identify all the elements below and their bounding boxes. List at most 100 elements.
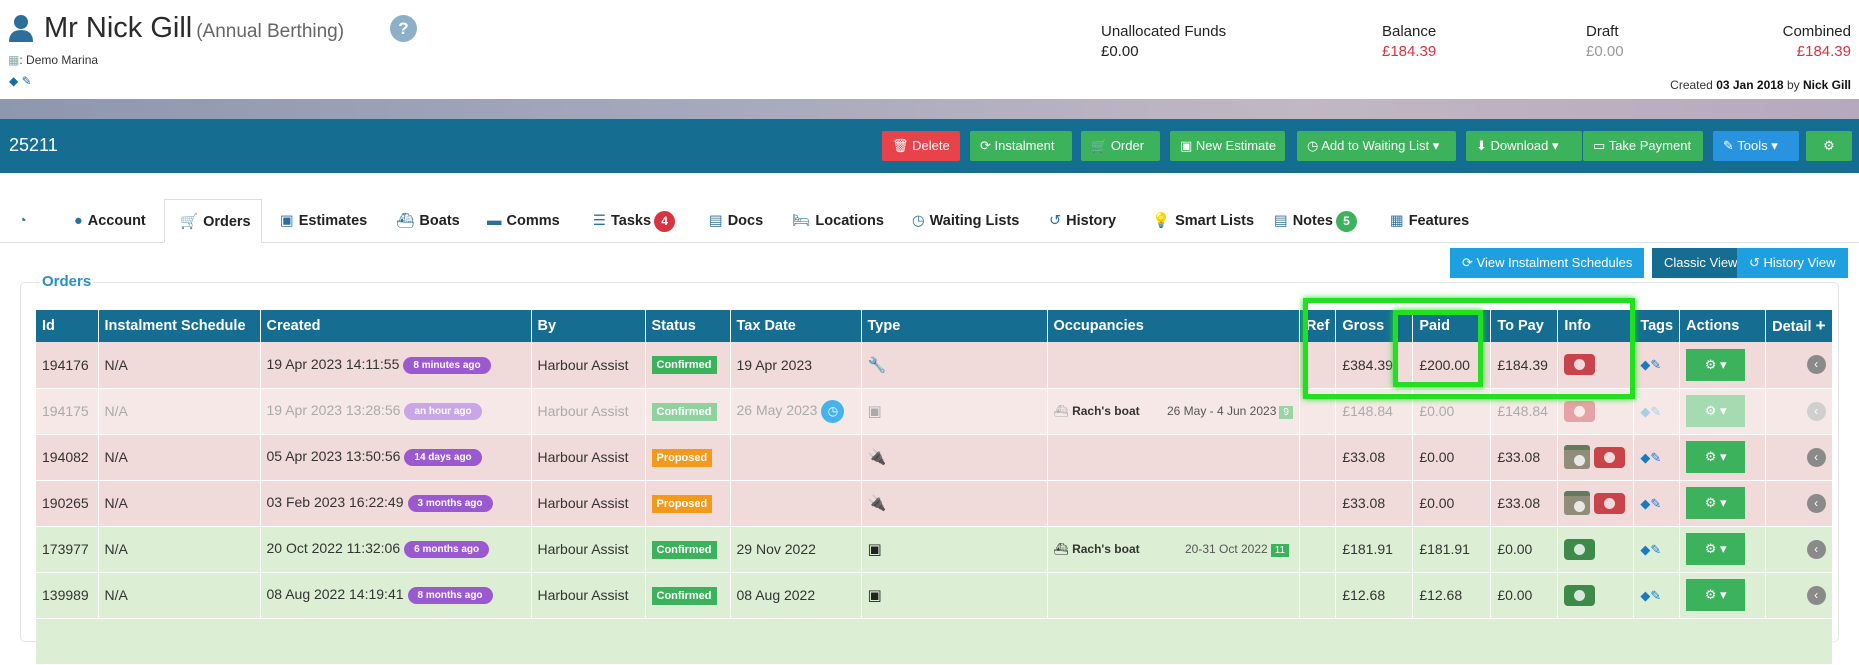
table-row[interactable]: 194082 N/A 05 Apr 2023 13:50:56 14 days a…: [36, 434, 1833, 481]
delete-button[interactable]: 🗑 Delete: [882, 131, 960, 161]
order-id[interactable]: 173977: [36, 526, 99, 573]
col-instalment[interactable]: Instalment Schedule: [98, 310, 261, 342]
edit-icon[interactable]: ✎: [1650, 588, 1661, 603]
edit-icon[interactable]: ✎: [1650, 404, 1661, 419]
order-id[interactable]: 139989: [36, 572, 99, 619]
order-instalment: N/A: [98, 342, 261, 389]
edit-icon[interactable]: ✎: [22, 74, 32, 88]
col-occupancies[interactable]: Occupancies: [1047, 310, 1300, 342]
classic-view-button[interactable]: Classic View: [1652, 248, 1750, 278]
edit-icon[interactable]: ✎: [1650, 542, 1661, 557]
tab-estimates[interactable]: ▣ Estimates: [280, 199, 367, 243]
money-icon[interactable]: [1594, 446, 1626, 468]
order-id[interactable]: 194176: [36, 342, 99, 389]
estimate-icon[interactable]: [1564, 491, 1591, 515]
tab-account[interactable]: ● Account: [74, 199, 146, 243]
tab-waiting-lists-label: Waiting Lists: [929, 213, 1020, 229]
col-tags[interactable]: Tags: [1633, 310, 1681, 342]
edit-icon[interactable]: ✎: [1650, 496, 1661, 511]
tab-smart-lists[interactable]: 💡 Smart Lists: [1152, 199, 1254, 243]
history-view-button[interactable]: ↺ History View: [1737, 248, 1848, 278]
order-instalment: N/A: [98, 526, 261, 573]
question-icon[interactable]: ?: [390, 15, 417, 42]
order-occupancies: [1047, 572, 1300, 619]
tag-icon[interactable]: ◆: [1640, 357, 1650, 372]
tag-icon[interactable]: ◆: [1640, 542, 1650, 557]
money-icon[interactable]: [1564, 584, 1596, 606]
tag-icon[interactable]: ◆: [9, 74, 18, 88]
money-icon[interactable]: [1594, 492, 1626, 514]
tab-orders[interactable]: 🛒 Orders: [164, 199, 262, 243]
table-row[interactable]: 190265 N/A 03 Feb 2023 16:22:49 3 months …: [36, 480, 1833, 527]
order-ref: [1299, 480, 1337, 527]
order-button[interactable]: 🛒 Order: [1081, 131, 1160, 161]
tag-icon[interactable]: ◆: [1640, 588, 1650, 603]
cogs-dropdown-button[interactable]: ⚙ ▾: [1686, 487, 1746, 519]
tab-notes[interactable]: ▤ Notes 5: [1274, 199, 1357, 243]
edit-icon[interactable]: ✎: [1650, 450, 1661, 465]
col-by[interactable]: By: [531, 310, 646, 342]
col-id[interactable]: Id: [36, 310, 99, 342]
col-status[interactable]: Status: [645, 310, 731, 342]
account-toolbar: 25211 🗑 Delete ⟳ Instalment 🛒 Order ▣ Ne…: [0, 119, 1859, 173]
plug-icon: 🔌: [867, 495, 887, 512]
col-tax-date[interactable]: Tax Date: [730, 310, 862, 342]
cogs-dropdown-button[interactable]: ⚙ ▾: [1686, 348, 1746, 381]
tab-features[interactable]: ▦ Features: [1390, 199, 1469, 243]
download-button[interactable]: ⬇ Download ▾: [1466, 131, 1582, 161]
tools-button[interactable]: ✎ Tools ▾: [1713, 131, 1799, 161]
note-icon: ▤: [1274, 213, 1288, 229]
tab-waiting-lists[interactable]: ◷ Waiting Lists: [912, 199, 1019, 243]
instalment-button[interactable]: ⟳ Instalment: [970, 131, 1072, 161]
tab-docs[interactable]: ▤ Docs: [709, 199, 763, 243]
chevron-left-icon[interactable]: ‹: [1806, 585, 1826, 605]
timezone-icon[interactable]: ◷: [821, 399, 845, 423]
money-icon[interactable]: [1564, 400, 1596, 422]
add-column-button[interactable]: +: [1816, 316, 1826, 335]
col-type[interactable]: Type: [861, 310, 1048, 342]
settings-button[interactable]: ⚙: [1806, 131, 1852, 161]
cogs-dropdown-button[interactable]: ⚙ ▾: [1686, 441, 1746, 473]
tag-icon[interactable]: ◆: [1640, 450, 1650, 465]
take-payment-button[interactable]: ▭ Take Payment: [1583, 131, 1703, 161]
order-occupancies: [1047, 480, 1300, 527]
view-instalment-schedules-button[interactable]: ⟳ View Instalment Schedules: [1450, 248, 1645, 278]
new-estimate-button[interactable]: ▣ New Estimate: [1170, 131, 1285, 161]
tab-history[interactable]: ↺ History: [1049, 199, 1116, 243]
tag-icon[interactable]: ◆: [1640, 496, 1650, 511]
boat-icon: ⛴: [396, 213, 415, 229]
briefcase-icon: ▣: [867, 541, 882, 558]
col-created[interactable]: Created: [260, 310, 532, 342]
table-row[interactable]: 173977 N/A 20 Oct 2022 11:32:06 6 months …: [36, 526, 1833, 573]
order-id[interactable]: 194082: [36, 434, 99, 481]
tag-icon[interactable]: ◆: [1640, 404, 1650, 419]
order-paid: £181.91: [1412, 526, 1492, 573]
table-row[interactable]: 139989 N/A 08 Aug 2022 14:19:41 8 months …: [36, 572, 1833, 619]
boat-name[interactable]: Rach's boat: [1072, 404, 1140, 418]
cogs-dropdown-button[interactable]: ⚙ ▾: [1686, 533, 1746, 565]
estimate-icon[interactable]: [1564, 445, 1591, 469]
tab-locations[interactable]: 🛏 Locations: [792, 199, 884, 243]
cogs-dropdown-button[interactable]: ⚙ ▾: [1686, 395, 1746, 427]
order-actions: ⚙ ▾: [1679, 388, 1767, 435]
chevron-left-icon[interactable]: ‹: [1806, 539, 1826, 559]
tab-dashboard[interactable]: ◔: [18, 199, 32, 243]
chevron-left-icon[interactable]: ‹: [1806, 447, 1826, 467]
nights-badge: 11: [1270, 543, 1290, 557]
order-actions: ⚙ ▾: [1679, 526, 1767, 573]
chevron-left-icon[interactable]: ‹: [1806, 401, 1826, 421]
order-id[interactable]: 190265: [36, 480, 99, 527]
order-tax-date: [730, 434, 862, 481]
balance: Balance £184.39: [1382, 23, 1436, 60]
chevron-left-icon[interactable]: ‹: [1806, 493, 1826, 513]
tab-comms[interactable]: ▬ Comms: [487, 199, 560, 243]
waiting-list-button[interactable]: ◷ Add to Waiting List ▾: [1297, 131, 1456, 161]
cogs-dropdown-button[interactable]: ⚙ ▾: [1686, 579, 1746, 611]
tab-boats[interactable]: ⛴ Boats: [396, 199, 460, 243]
edit-icon[interactable]: ✎: [1650, 357, 1661, 372]
money-icon[interactable]: [1564, 538, 1596, 560]
order-id[interactable]: 194175: [36, 388, 99, 435]
tab-tasks[interactable]: ☰ Tasks 4: [593, 199, 676, 243]
boat-name[interactable]: Rach's boat: [1072, 542, 1140, 556]
chevron-left-icon[interactable]: ‹: [1806, 355, 1826, 375]
